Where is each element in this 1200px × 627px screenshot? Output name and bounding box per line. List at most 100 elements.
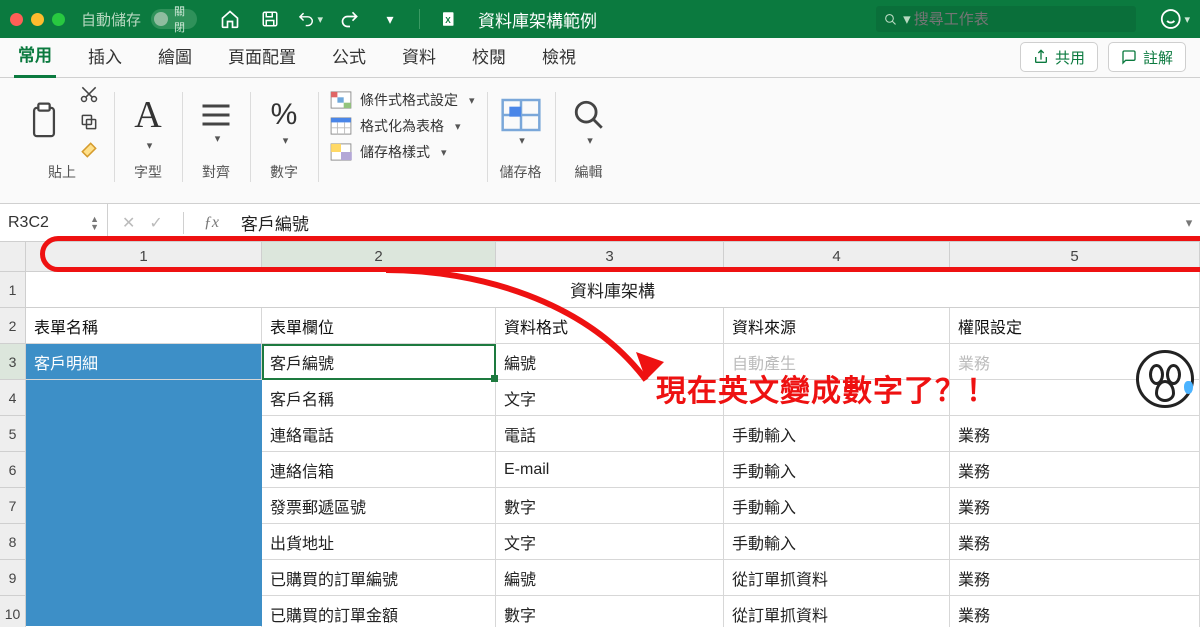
tab-draw[interactable]: 繪圖 xyxy=(154,35,196,77)
row-header[interactable]: 1 xyxy=(0,272,25,308)
cells-button[interactable]: ▾ xyxy=(499,92,543,152)
row-header[interactable]: 7 xyxy=(0,488,25,524)
cell[interactable] xyxy=(724,380,950,416)
cell[interactable]: 手動輸入 xyxy=(724,416,950,452)
cell[interactable]: 手動輸入 xyxy=(724,488,950,524)
cell[interactable]: 自動產生 xyxy=(724,344,950,380)
formula-input[interactable] xyxy=(233,204,1178,241)
feedback-smiley-icon[interactable]: ▾ xyxy=(1160,4,1190,34)
minimize-icon[interactable] xyxy=(31,13,44,26)
format-as-table-label: 格式化為表格 xyxy=(360,116,444,136)
col-header[interactable]: 4 xyxy=(724,242,950,271)
tab-insert[interactable]: 插入 xyxy=(84,35,126,77)
cell[interactable]: 業務 xyxy=(950,452,1200,488)
sheet-title-cell[interactable]: 資料庫架構 xyxy=(26,272,1200,308)
cancel-edit-icon[interactable]: ✕ xyxy=(122,213,135,233)
tab-review[interactable]: 校閱 xyxy=(468,35,510,77)
cut-icon[interactable] xyxy=(76,83,102,105)
cell[interactable]: 數字 xyxy=(496,488,724,524)
tab-view[interactable]: 檢視 xyxy=(538,35,580,77)
cell[interactable]: 電話 xyxy=(496,416,724,452)
name-box[interactable]: R3C2 ▲▼ xyxy=(0,204,108,241)
cell[interactable]: 客戶編號 xyxy=(262,344,496,380)
window-controls xyxy=(10,13,65,26)
confirm-edit-icon[interactable]: ✓ xyxy=(149,213,162,233)
row-header[interactable]: 4 xyxy=(0,380,25,416)
cell[interactable]: 客戶明細 xyxy=(26,344,262,380)
row-header[interactable]: 6 xyxy=(0,452,25,488)
cell[interactable]: 發票郵遞區號 xyxy=(262,488,496,524)
share-button[interactable]: 共用 xyxy=(1020,42,1098,72)
cell[interactable]: 業務 xyxy=(950,344,1200,380)
expand-formula-bar-icon[interactable]: ▾ xyxy=(1178,215,1200,231)
font-button[interactable]: A▾ xyxy=(126,92,170,152)
col-header[interactable]: 1 xyxy=(26,242,262,271)
autosave-toggle[interactable]: 關閉 xyxy=(151,9,197,29)
row-header[interactable]: 10 xyxy=(0,596,25,627)
grid[interactable]: 1 2 3 4 5 資料庫架構 表單名稱 表單欄位 資料格式 資料來源 權限設定… xyxy=(26,242,1200,627)
cell[interactable]: 表單欄位 xyxy=(262,308,496,344)
name-box-stepper-icon[interactable]: ▲▼ xyxy=(90,215,99,231)
cell[interactable]: 文字 xyxy=(496,380,724,416)
tab-data[interactable]: 資料 xyxy=(398,35,440,77)
cell[interactable]: 編號 xyxy=(496,344,724,380)
editing-button[interactable]: ▾ xyxy=(567,92,611,152)
comments-button[interactable]: 註解 xyxy=(1108,42,1186,72)
align-button[interactable]: ▾ xyxy=(194,92,238,152)
cell[interactable] xyxy=(950,380,1200,416)
cell[interactable]: 手動輸入 xyxy=(724,452,950,488)
row-header[interactable]: 3 xyxy=(0,344,25,380)
redo-icon[interactable] xyxy=(337,6,363,32)
copy-icon[interactable] xyxy=(76,111,102,133)
col-header[interactable]: 2 xyxy=(262,242,496,271)
cell[interactable]: 業務 xyxy=(950,560,1200,596)
row-header[interactable]: 8 xyxy=(0,524,25,560)
search-input[interactable] xyxy=(914,11,1128,28)
format-painter-icon[interactable] xyxy=(76,139,102,161)
cell[interactable]: 連絡電話 xyxy=(262,416,496,452)
cell[interactable]: 業務 xyxy=(950,488,1200,524)
cell[interactable]: 從訂單抓資料 xyxy=(724,560,950,596)
cell[interactable]: 資料格式 xyxy=(496,308,724,344)
cell[interactable]: 表單名稱 xyxy=(26,308,262,344)
undo-icon[interactable]: ▾ xyxy=(297,6,323,32)
tab-home[interactable]: 常用 xyxy=(14,33,56,78)
number-button[interactable]: %▾ xyxy=(262,92,306,152)
search-field[interactable]: ▾ xyxy=(876,6,1136,32)
fx-icon[interactable]: ƒx xyxy=(204,214,219,232)
conditional-format-button[interactable]: 條件式格式設定▾ xyxy=(330,90,475,110)
tab-formulas[interactable]: 公式 xyxy=(328,35,370,77)
cell[interactable]: 業務 xyxy=(950,416,1200,452)
paste-button[interactable] xyxy=(22,92,66,152)
cell[interactable]: 客戶名稱 xyxy=(262,380,496,416)
format-as-table-button[interactable]: 格式化為表格▾ xyxy=(330,116,475,136)
cell[interactable]: 文字 xyxy=(496,524,724,560)
tab-page-layout[interactable]: 頁面配置 xyxy=(224,35,300,77)
zoom-icon[interactable] xyxy=(52,13,65,26)
cell-styles-button[interactable]: 儲存格樣式▾ xyxy=(330,142,475,162)
col-header[interactable]: 3 xyxy=(496,242,724,271)
select-all-corner[interactable] xyxy=(0,242,25,272)
cell[interactable]: 數字 xyxy=(496,596,724,627)
home-icon[interactable] xyxy=(217,6,243,32)
cell[interactable]: 連絡信箱 xyxy=(262,452,496,488)
col-header[interactable]: 5 xyxy=(950,242,1200,271)
qat-overflow-icon[interactable]: ▾ xyxy=(377,6,403,32)
row-header[interactable]: 2 xyxy=(0,308,25,344)
cell[interactable]: 編號 xyxy=(496,560,724,596)
cell[interactable]: 資料來源 xyxy=(724,308,950,344)
cell[interactable]: 手動輸入 xyxy=(724,524,950,560)
cell[interactable]: E-mail xyxy=(496,452,724,488)
cell[interactable]: 從訂單抓資料 xyxy=(724,596,950,627)
cells-icon xyxy=(501,98,541,132)
cell[interactable]: 業務 xyxy=(950,524,1200,560)
cell[interactable]: 業務 xyxy=(950,596,1200,627)
cell[interactable]: 已購買的訂單編號 xyxy=(262,560,496,596)
close-icon[interactable] xyxy=(10,13,23,26)
cell[interactable]: 已購買的訂單金額 xyxy=(262,596,496,627)
row-header[interactable]: 5 xyxy=(0,416,25,452)
row-header[interactable]: 9 xyxy=(0,560,25,596)
cell[interactable]: 權限設定 xyxy=(950,308,1200,344)
cell[interactable]: 出貨地址 xyxy=(262,524,496,560)
save-icon[interactable] xyxy=(257,6,283,32)
